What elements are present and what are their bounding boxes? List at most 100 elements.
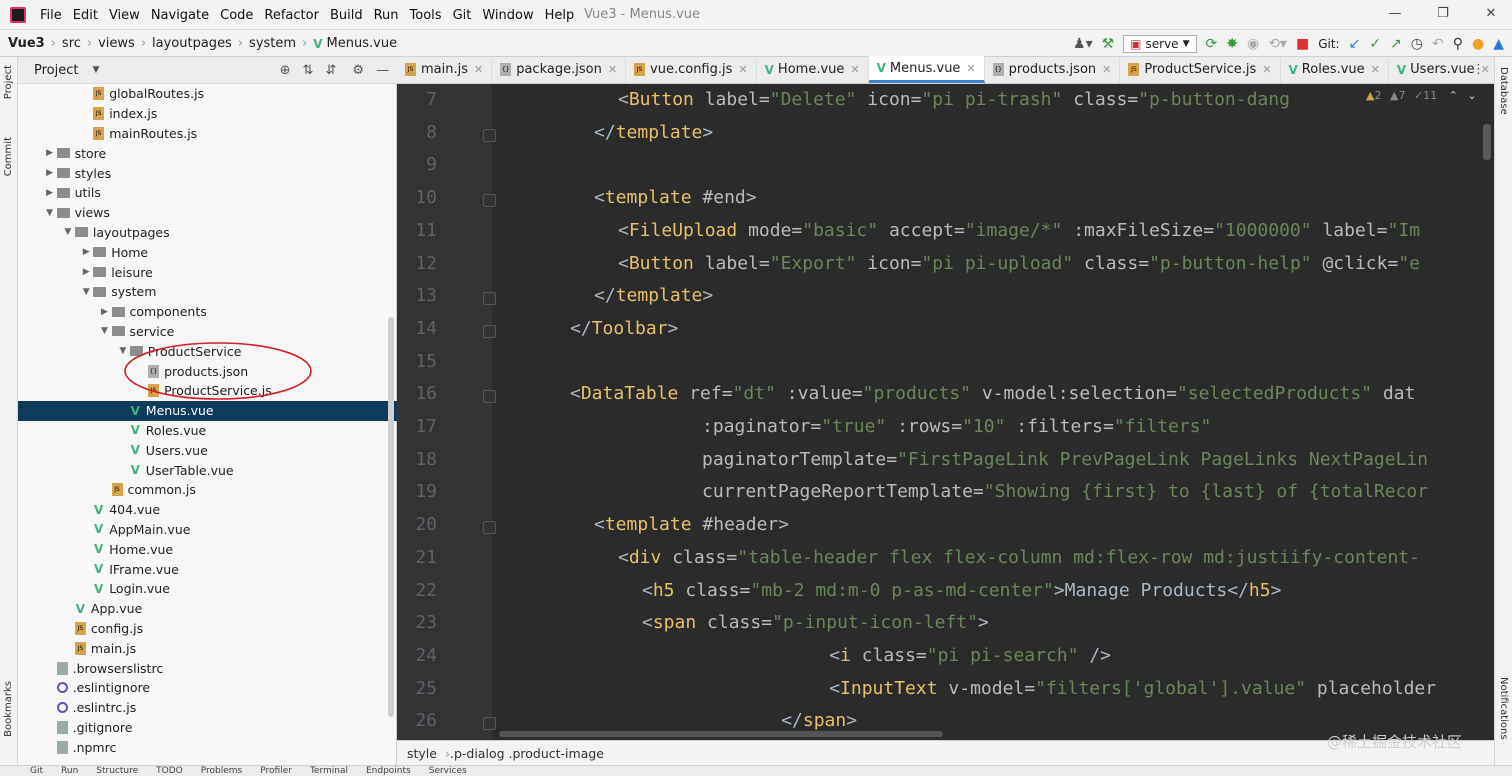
- breadcrumb-item[interactable]: layoutpages: [152, 36, 232, 51]
- tree-item[interactable]: V AppMain.vue: [18, 520, 397, 540]
- menu-item-build[interactable]: Build: [330, 8, 363, 23]
- editor-horizontal-scrollbar[interactable]: [499, 731, 943, 737]
- plugin-icon[interactable]: ▲: [1493, 37, 1504, 51]
- tree-item[interactable]: JS mainRoutes.js: [18, 124, 397, 144]
- tool-window-terminal[interactable]: Terminal: [310, 766, 348, 776]
- run-config-select[interactable]: ▣ serve ▼: [1123, 34, 1197, 53]
- minimize-icon[interactable]: —: [1386, 6, 1404, 24]
- chevron-icon[interactable]: ▼: [79, 287, 93, 297]
- close-tab-icon[interactable]: ✕: [850, 63, 859, 76]
- breadcrumb-item[interactable]: Vue3: [8, 36, 45, 51]
- code-breadcrumb-selector[interactable]: .p-dialog .product-image: [450, 746, 604, 761]
- project-tool-tab[interactable]: Project: [3, 65, 14, 99]
- hide-panel-icon[interactable]: —: [376, 63, 389, 78]
- menu-item-git[interactable]: Git: [453, 8, 472, 23]
- collapse-all-icon[interactable]: ⇵: [325, 63, 336, 78]
- close-tab-icon[interactable]: ✕: [966, 62, 975, 75]
- tree-item[interactable]: ▶ utils: [18, 183, 397, 203]
- tree-item[interactable]: ▼ views: [18, 203, 397, 223]
- code-breadcrumb-tag[interactable]: style: [407, 746, 437, 761]
- stop-icon[interactable]: ■: [1296, 37, 1309, 51]
- tree-item[interactable]: V Roles.vue: [18, 421, 397, 441]
- coverage-icon[interactable]: ◉: [1247, 37, 1259, 51]
- menu-item-code[interactable]: Code: [220, 8, 253, 23]
- tree-item[interactable]: .gitignore: [18, 718, 397, 738]
- breadcrumb-item[interactable]: src: [62, 36, 81, 51]
- profile-icon[interactable]: ⟲▾: [1268, 37, 1287, 51]
- restore-icon[interactable]: ❐: [1434, 6, 1452, 24]
- menu-item-help[interactable]: Help: [545, 8, 575, 23]
- tree-item[interactable]: JS globalRoutes.js: [18, 84, 397, 104]
- menu-item-window[interactable]: Window: [482, 8, 533, 23]
- close-tab-icon[interactable]: ✕: [1371, 63, 1380, 76]
- tool-window-services[interactable]: Services: [429, 766, 467, 776]
- search-icon[interactable]: ⚲: [1453, 37, 1463, 51]
- chevron-icon[interactable]: ▶: [43, 148, 57, 158]
- commit-tool-tab[interactable]: Commit: [3, 137, 14, 176]
- git-commit-icon[interactable]: ✓: [1369, 37, 1381, 51]
- tool-window-profiler[interactable]: Profiler: [260, 766, 292, 776]
- tree-item[interactable]: JS config.js: [18, 619, 397, 639]
- gear-icon[interactable]: ⚙: [352, 63, 364, 78]
- chevron-icon[interactable]: ▶: [43, 188, 57, 198]
- tree-item[interactable]: V UserTable.vue: [18, 460, 397, 480]
- close-tab-icon[interactable]: ✕: [1262, 63, 1271, 76]
- locate-icon[interactable]: ⊕: [280, 63, 291, 78]
- notifications-tool-tab[interactable]: Notifications: [1498, 677, 1509, 740]
- tree-item[interactable]: .eslintignore: [18, 678, 397, 698]
- tree-item[interactable]: V Users.vue: [18, 440, 397, 460]
- project-scrollbar[interactable]: [388, 317, 394, 717]
- chevron-icon[interactable]: ▼: [61, 227, 75, 237]
- chevron-icon[interactable]: ▶: [43, 168, 57, 178]
- tree-item[interactable]: ▶ components: [18, 302, 397, 322]
- tree-item[interactable]: V App.vue: [18, 599, 397, 619]
- close-icon[interactable]: ✕: [1482, 6, 1500, 24]
- hammer-icon[interactable]: ⚒: [1102, 37, 1115, 51]
- tree-item[interactable]: JS index.js: [18, 104, 397, 124]
- tool-window-todo[interactable]: TODO: [156, 766, 183, 776]
- chevron-icon[interactable]: ▶: [79, 247, 93, 257]
- user-icon[interactable]: ♟▾: [1073, 37, 1093, 51]
- debug-icon[interactable]: ✸: [1226, 37, 1238, 51]
- tree-item[interactable]: .browserslistrc: [18, 658, 397, 678]
- tree-item[interactable]: V 404.vue: [18, 500, 397, 520]
- close-tab-icon[interactable]: ✕: [738, 63, 747, 76]
- breadcrumb-item[interactable]: system: [249, 36, 296, 51]
- tree-item[interactable]: ▶ store: [18, 143, 397, 163]
- tree-item[interactable]: ▼ service: [18, 322, 397, 342]
- tree-item[interactable]: V IFrame.vue: [18, 559, 397, 579]
- git-push-icon[interactable]: ↗: [1390, 37, 1402, 51]
- close-tab-icon[interactable]: ✕: [1102, 63, 1111, 76]
- chevron-icon[interactable]: ▼: [98, 326, 112, 336]
- close-tab-icon[interactable]: ✕: [608, 63, 617, 76]
- code-editor[interactable]: 7 8 9 10 11 12 13 14 15 16 17 18 19 20 21 22 23 24 25 26 <B…: [397, 84, 1494, 740]
- menu-item-edit[interactable]: Edit: [73, 8, 98, 23]
- breadcrumb-item[interactable]: views: [98, 36, 135, 51]
- tree-item[interactable]: ▶ Home: [18, 242, 397, 262]
- inspection-widget[interactable]: ▲2 ▲7 ✓11 ⌃ ⌄: [1366, 89, 1477, 102]
- editor-vertical-scrollbar[interactable]: [1483, 124, 1491, 160]
- tree-item[interactable]: V Home.vue: [18, 539, 397, 559]
- tab-productservice-js[interactable]: JS ProductService.js ✕: [1120, 56, 1281, 83]
- menu-item-run[interactable]: Run: [374, 8, 399, 23]
- menu-item-navigate[interactable]: Navigate: [151, 8, 209, 23]
- tree-item[interactable]: V Login.vue: [18, 579, 397, 599]
- tree-item[interactable]: V Menus.vue: [18, 400, 397, 421]
- tool-window-problems[interactable]: Problems: [201, 766, 242, 776]
- tab-vue-config-js[interactable]: JS vue.config.js ✕: [626, 56, 757, 83]
- rerun-icon[interactable]: ⟳: [1206, 37, 1218, 51]
- tab-roles-vue[interactable]: V Roles.vue ✕: [1281, 56, 1389, 83]
- chevron-icon[interactable]: ▼: [43, 208, 57, 218]
- chevron-icon[interactable]: ▶: [98, 307, 112, 317]
- tree-item[interactable]: ▼ system: [18, 282, 397, 302]
- tree-item[interactable]: JS main.js: [18, 638, 397, 658]
- menu-item-refactor[interactable]: Refactor: [264, 8, 319, 23]
- tab-main-js[interactable]: JS main.js ✕: [397, 56, 493, 83]
- menu-item-view[interactable]: View: [109, 8, 140, 23]
- chevron-icon[interactable]: ▶: [79, 267, 93, 277]
- database-tool-tab[interactable]: Database: [1498, 67, 1509, 115]
- project-panel-title[interactable]: Project: [34, 63, 78, 78]
- tab-package-json[interactable]: {} package.json ✕: [492, 56, 627, 83]
- tree-item[interactable]: ▶ styles: [18, 163, 397, 183]
- bookmarks-tool-tab[interactable]: Bookmarks: [3, 681, 14, 737]
